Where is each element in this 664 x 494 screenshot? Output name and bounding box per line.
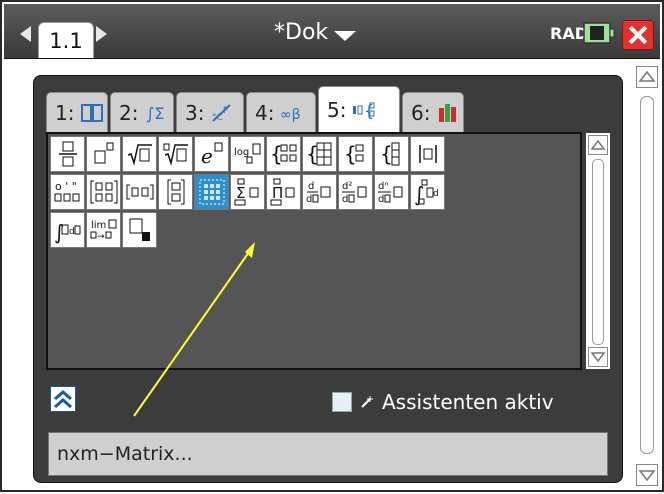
log-template-icon[interactable]: log <box>230 136 265 172</box>
dropdown-caret-icon <box>334 30 357 41</box>
derivative-template-icon[interactable]: dd <box>302 174 337 210</box>
svg-text:°C: °C <box>212 113 223 123</box>
nth-root-template-icon[interactable] <box>158 136 193 172</box>
tab-label: 4: <box>255 100 275 125</box>
page-scrollbar[interactable] <box>636 66 658 486</box>
infinity-beta-icon: ∞β <box>280 107 301 123</box>
template-scrollbar[interactable] <box>586 133 610 369</box>
scroll-up-arrow-icon[interactable] <box>636 66 658 88</box>
absolute-value-template-icon[interactable] <box>410 136 445 172</box>
title-bar: 1.1 *Dok RAD <box>4 4 660 59</box>
catalog-book-icon <box>81 103 104 122</box>
scroll-down-arrow-icon[interactable] <box>636 464 658 486</box>
wizard-label: Assistenten aktiv <box>382 390 554 414</box>
tab-label: 1: <box>55 100 75 125</box>
limit-template-icon[interactable]: lim → <box>86 212 121 248</box>
template-grid: e log { { { { o ' " Σ Π dd d² d dⁿ d ∫ d ∫ d… <box>46 132 582 370</box>
status-text: nxm−Matrix... <box>57 443 193 465</box>
svg-text:Π: Π <box>272 184 283 202</box>
scrollbar-thumb[interactable] <box>592 159 604 345</box>
svg-text:{: { <box>344 142 357 166</box>
handheld-screen: 1.1 *Dok RAD 1: 2: ∫Σ 3: F °C 4: ∞β 5: {… <box>0 0 664 492</box>
svg-text:∫Σ: ∫Σ <box>146 104 164 123</box>
piecewise-2-template-icon[interactable]: { <box>266 136 301 172</box>
tab-units[interactable]: 3: F °C <box>176 92 244 132</box>
tab-symbols[interactable]: 4: ∞β <box>246 92 316 132</box>
page-tab-label: 1.1 <box>49 28 83 53</box>
svg-text:d: d <box>433 189 439 199</box>
indefinite-integral-template-icon[interactable]: ∫ d <box>50 212 85 248</box>
square-root-template-icon[interactable] <box>122 136 157 172</box>
tab-label: 2: <box>119 100 139 125</box>
tab-libraries[interactable]: 6: <box>402 92 464 132</box>
column-vector-template-icon[interactable] <box>158 174 193 210</box>
document-title: *Dok <box>274 20 329 45</box>
svg-text:dⁿ: dⁿ <box>378 181 388 192</box>
svg-text:d²: d² <box>342 181 352 192</box>
catalog-panel: 1: 2: ∫Σ 3: F °C 4: ∞β 5: { 6: e log {{… <box>34 76 622 482</box>
scrollbar-thumb[interactable] <box>640 96 654 454</box>
scroll-down-arrow-icon[interactable] <box>588 347 608 367</box>
tab-math-ops[interactable]: 2: ∫Σ <box>110 92 174 132</box>
product-template-icon[interactable]: Π <box>266 174 301 210</box>
definite-integral-template-icon[interactable]: ∫ d <box>410 174 445 210</box>
tab-label: 5: <box>327 97 347 122</box>
svg-text:log: log <box>234 147 249 158</box>
fraction-template-icon[interactable] <box>50 136 85 172</box>
svg-text:d: d <box>378 194 384 205</box>
tab-label: 6: <box>411 100 431 125</box>
wizard-toggle[interactable]: Assistenten aktiv <box>332 390 554 414</box>
scroll-up-arrow-icon[interactable] <box>588 135 608 155</box>
next-page-arrow-icon[interactable] <box>96 26 107 42</box>
integral-sum-icon: ∫Σ <box>146 104 164 123</box>
libraries-icon <box>439 103 457 122</box>
svg-text:d: d <box>69 227 75 237</box>
e-exponent-template-icon[interactable]: e <box>194 136 229 172</box>
dms-template-icon[interactable]: o ' " <box>50 174 85 210</box>
tab-templates[interactable]: 5: { <box>318 86 400 132</box>
system-n-template-icon[interactable]: { <box>374 136 409 172</box>
template-description: nxm−Matrix... <box>48 432 608 476</box>
double-chevron-up-icon <box>54 390 72 409</box>
svg-text:∞β: ∞β <box>280 107 301 123</box>
close-icon[interactable] <box>622 20 654 50</box>
sum-template-icon[interactable]: Σ <box>230 174 265 210</box>
matrix-nxm-template-icon[interactable] <box>194 174 229 210</box>
second-derivative-template-icon[interactable]: d² d <box>338 174 373 210</box>
svg-text:o ' ": o ' " <box>55 180 77 193</box>
svg-text:{: { <box>380 142 393 166</box>
battery-status-icon <box>583 22 615 44</box>
exponent-template-icon[interactable] <box>86 136 121 172</box>
page-tab[interactable]: 1.1 <box>38 22 94 58</box>
tab-catalog[interactable]: 1: <box>46 92 108 132</box>
matrix-2x2-template-icon[interactable] <box>86 174 121 210</box>
row-vector-template-icon[interactable] <box>122 174 157 210</box>
svg-text:Σ: Σ <box>236 184 245 202</box>
previous-page-arrow-icon[interactable] <box>20 26 31 42</box>
piecewise-n-template-icon[interactable]: { <box>302 136 337 172</box>
system-2-template-icon[interactable]: { <box>338 136 373 172</box>
magic-wand-icon <box>361 396 373 408</box>
expand-catalog-button[interactable] <box>50 386 76 412</box>
nth-derivative-template-icon[interactable]: dⁿ d <box>374 174 409 210</box>
svg-text:e: e <box>201 144 213 168</box>
svg-text:d: d <box>306 194 312 205</box>
svg-text:F: F <box>223 106 228 116</box>
tab-label: 3: <box>185 100 205 125</box>
wizard-checkbox[interactable] <box>332 392 352 412</box>
svg-text:d: d <box>342 194 348 205</box>
document-menu[interactable]: *Dok <box>274 20 357 45</box>
math-templates-icon: { <box>353 101 375 120</box>
svg-text:∫: ∫ <box>54 220 64 244</box>
svg-text:d: d <box>308 181 314 192</box>
unit-conversion-icon: F°C <box>212 103 232 123</box>
svg-text:→: → <box>97 232 105 242</box>
subscript-template-icon[interactable] <box>122 212 157 248</box>
svg-text:lim: lim <box>91 220 106 231</box>
